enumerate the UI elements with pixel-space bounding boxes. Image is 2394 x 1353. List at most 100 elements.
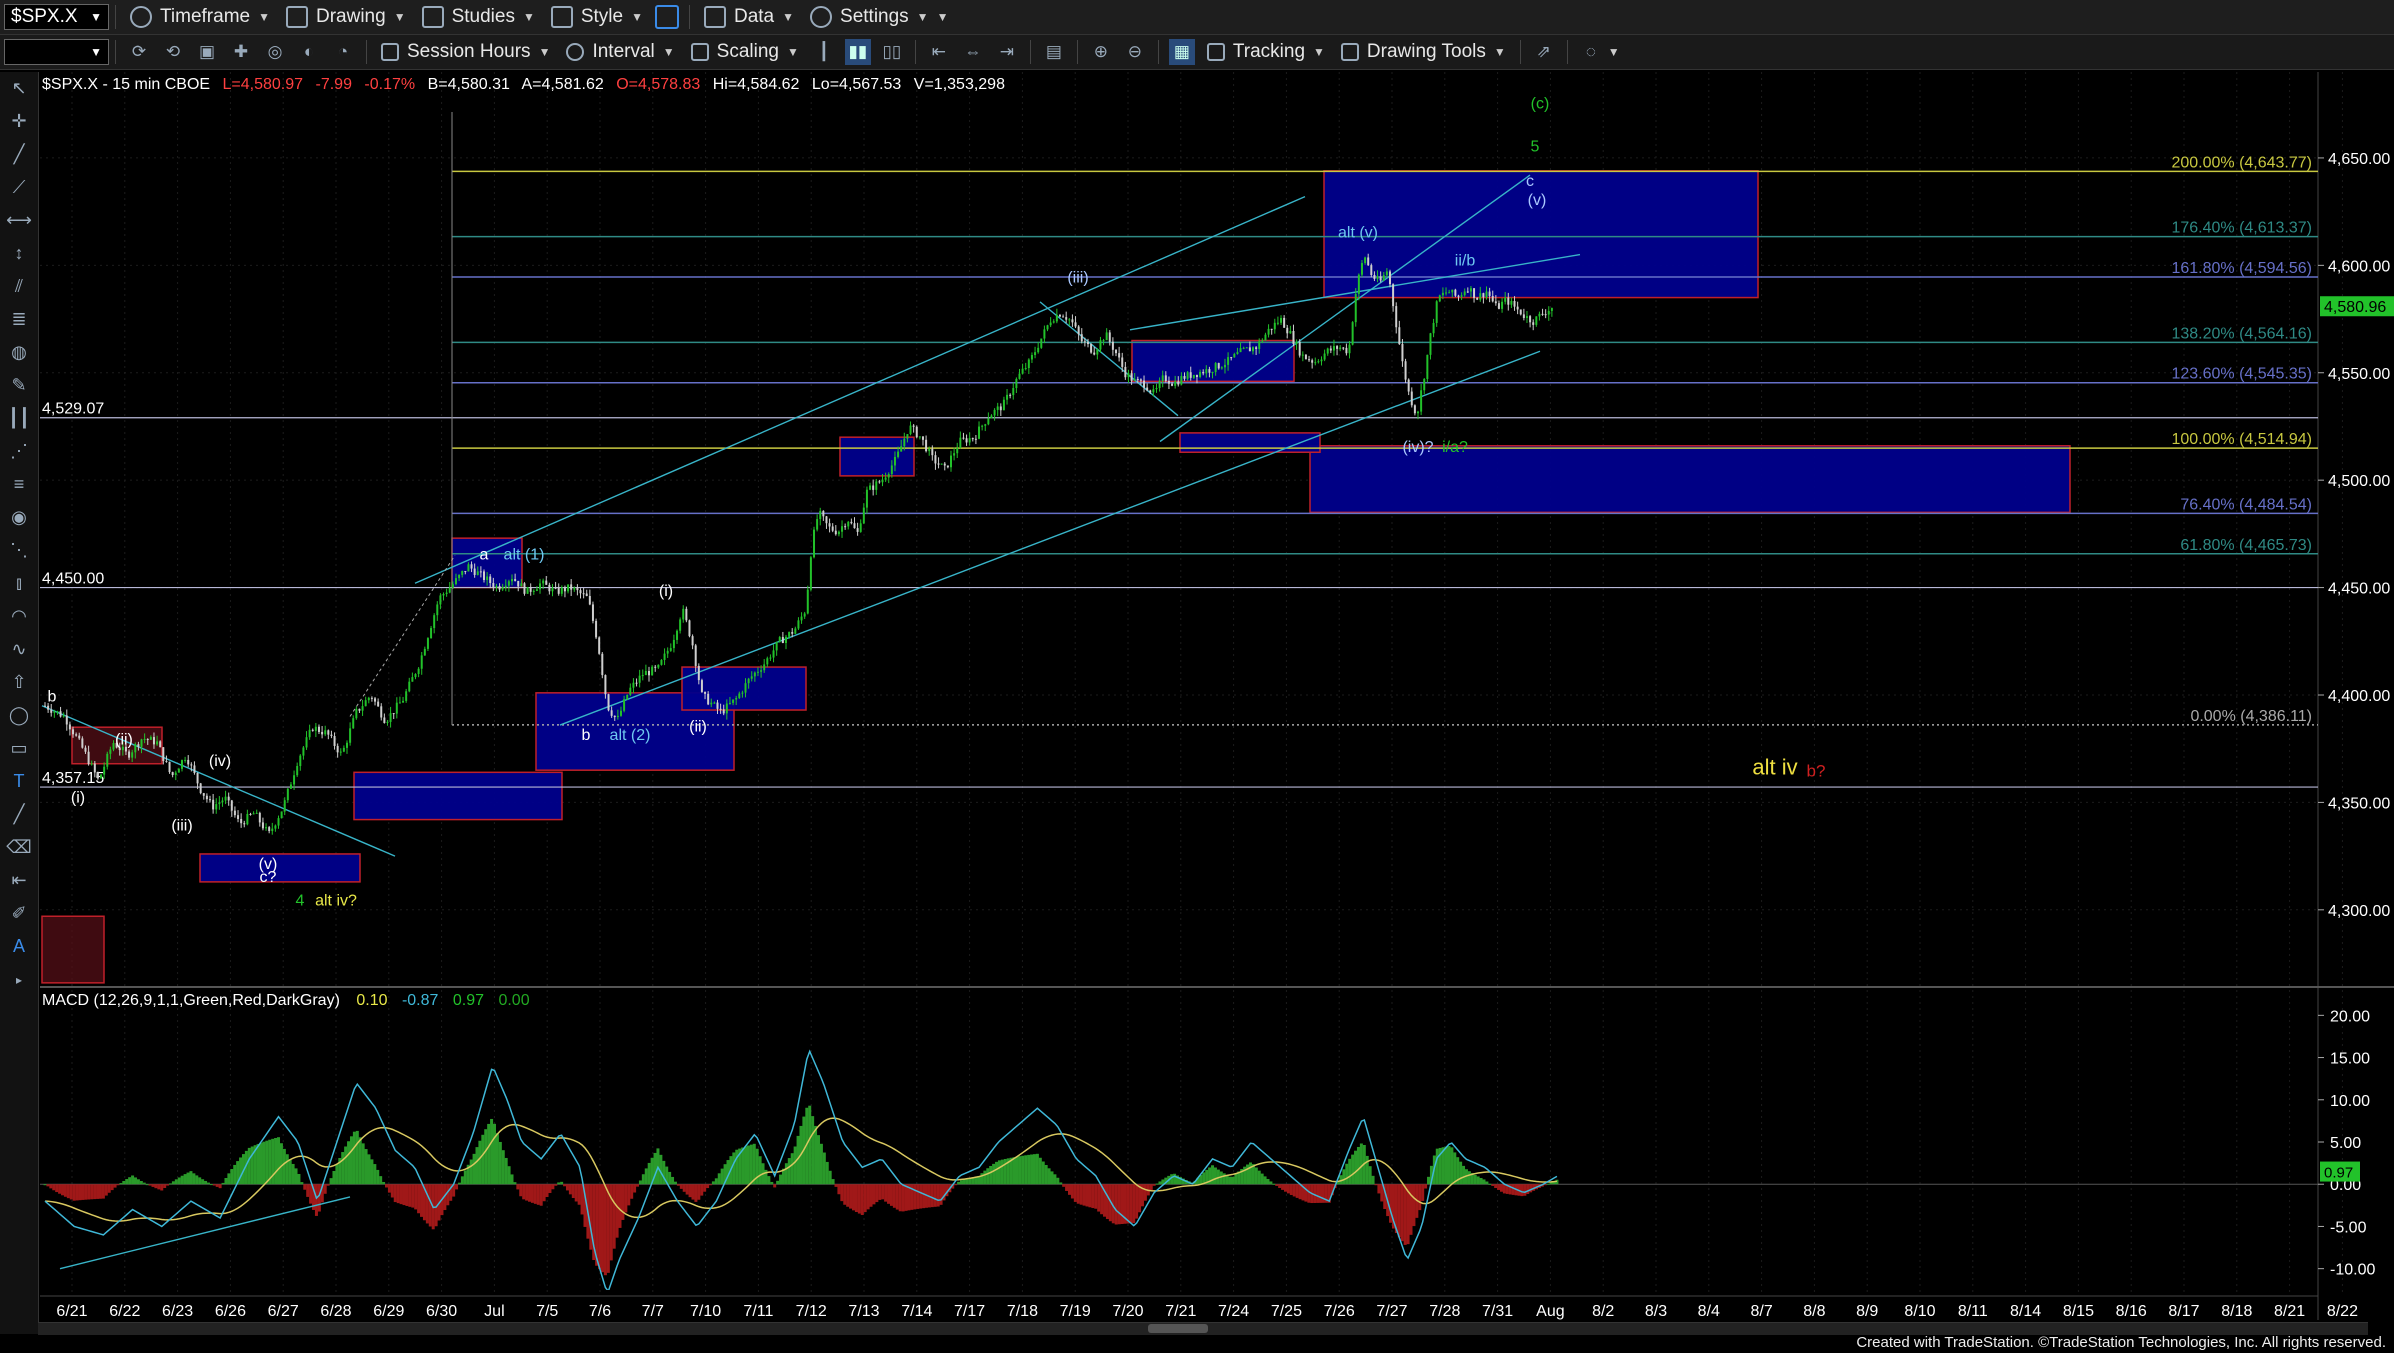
candle-body <box>224 796 227 801</box>
time-tick-label: 6/22 <box>109 1303 140 1320</box>
macd-histogram-bar <box>1068 1184 1072 1195</box>
macd-histogram-bar <box>624 1184 628 1213</box>
candle-body <box>984 424 987 426</box>
macd-histogram-bar <box>1447 1146 1451 1185</box>
macd-histogram-bar <box>1076 1184 1080 1204</box>
candle-body <box>651 666 654 676</box>
candle-body <box>1519 309 1522 315</box>
candle-body <box>62 715 65 717</box>
candle-body <box>53 711 56 713</box>
candle-body <box>1280 317 1283 323</box>
candle-body <box>486 576 489 581</box>
candle-body <box>458 574 461 579</box>
candle-body <box>1336 346 1339 349</box>
wave-label: c? <box>260 869 277 886</box>
candle-body <box>439 595 442 605</box>
candle-body <box>65 715 68 725</box>
candle-body <box>778 637 781 642</box>
candle-body <box>769 657 772 659</box>
macd-histogram-bar <box>300 1182 304 1185</box>
macd-histogram-bar <box>630 1184 634 1199</box>
candle-body <box>784 636 787 644</box>
candle-body <box>722 709 725 714</box>
time-tick-label: 8/3 <box>1645 1303 1667 1320</box>
macd-histogram-bar <box>303 1184 307 1190</box>
candle-body <box>595 620 598 638</box>
candle-body <box>230 800 233 811</box>
time-tick-label: 6/21 <box>56 1303 87 1320</box>
candle-body <box>1002 399 1005 411</box>
macd-histogram-bar <box>860 1184 864 1216</box>
macd-histogram-bar <box>1356 1146 1360 1185</box>
candle-body <box>648 670 650 676</box>
candle-body <box>159 741 162 748</box>
macd-histogram-bar <box>1289 1184 1293 1195</box>
chart-canvas[interactable]: 200.00% (4,643.77) 176.40% (4,613.37) 161.… <box>0 0 2394 1353</box>
macd-histogram-bar <box>478 1140 482 1185</box>
macd-histogram-bar <box>770 1181 774 1185</box>
candle-body <box>1230 357 1233 359</box>
candle-body <box>635 682 638 684</box>
candle-body <box>1236 352 1239 354</box>
candle-body <box>205 795 208 800</box>
macd-histogram-bar <box>1073 1184 1077 1202</box>
macd-histogram-bar <box>72 1184 76 1201</box>
macd-histogram-bar <box>1018 1156 1022 1185</box>
candle-body <box>750 676 753 679</box>
candle-body <box>1354 293 1357 323</box>
price-tick-label: 4,500.00 <box>2328 473 2390 490</box>
candle-body <box>965 438 968 443</box>
candle-body <box>900 446 903 452</box>
status-volume: V=1,353,298 <box>914 76 1005 93</box>
candle-body <box>165 760 168 762</box>
macd-histogram-bar <box>215 1184 219 1187</box>
candle-body <box>479 571 482 573</box>
macd-histogram-bar <box>1275 1184 1279 1186</box>
macd-histogram-bar <box>171 1181 175 1185</box>
candle-body <box>1192 374 1195 378</box>
macd-trend-line <box>59 1196 351 1270</box>
candle-body <box>514 579 517 581</box>
candle-body <box>953 453 956 456</box>
candle-body <box>1009 394 1012 396</box>
candle-body <box>395 702 398 714</box>
candle-body <box>1115 349 1118 354</box>
candle-body <box>1532 322 1535 325</box>
candle-body <box>445 592 448 595</box>
macd-histogram-bar <box>495 1133 499 1185</box>
candle-body <box>853 523 856 529</box>
candle-body <box>632 682 635 688</box>
macd-histogram-bar <box>425 1184 429 1224</box>
macd-histogram-bar <box>1354 1150 1358 1185</box>
wave-label: alt (v) <box>1338 224 1378 241</box>
macd-histogram-bar <box>364 1149 368 1185</box>
candle-body <box>93 763 96 773</box>
macd-histogram-bar <box>834 1184 838 1187</box>
time-tick-label: 6/28 <box>320 1303 351 1320</box>
macd-histogram-bar <box>685 1184 689 1195</box>
candle-body <box>476 571 479 575</box>
macd-histogram-bar <box>291 1163 295 1185</box>
candle-body <box>1046 325 1049 330</box>
candle-body <box>277 818 280 826</box>
macd-histogram-bar <box>919 1184 923 1209</box>
candle-body <box>336 745 339 753</box>
candle-body <box>831 526 834 531</box>
candle-body <box>140 739 143 747</box>
macd-histogram-bar <box>1059 1182 1063 1185</box>
candle-body <box>405 691 408 701</box>
macd-histogram-bar <box>227 1173 231 1185</box>
macd-histogram-bar <box>1105 1184 1109 1220</box>
candle-body <box>1164 375 1167 382</box>
candle-body <box>1491 295 1494 302</box>
candle-body <box>1074 322 1077 327</box>
scroll-thumb[interactable] <box>1148 1324 1208 1333</box>
macd-histogram-bar <box>1307 1184 1311 1203</box>
macd-histogram-bar <box>708 1184 712 1186</box>
candle-body <box>1441 292 1444 296</box>
price-tick-label: 4,350.00 <box>2328 795 2390 812</box>
candle-body <box>1417 411 1420 414</box>
candle-body <box>1311 360 1314 363</box>
time-tick-label: 8/15 <box>2063 1303 2094 1320</box>
price-tick-label: 4,550.00 <box>2328 366 2390 383</box>
